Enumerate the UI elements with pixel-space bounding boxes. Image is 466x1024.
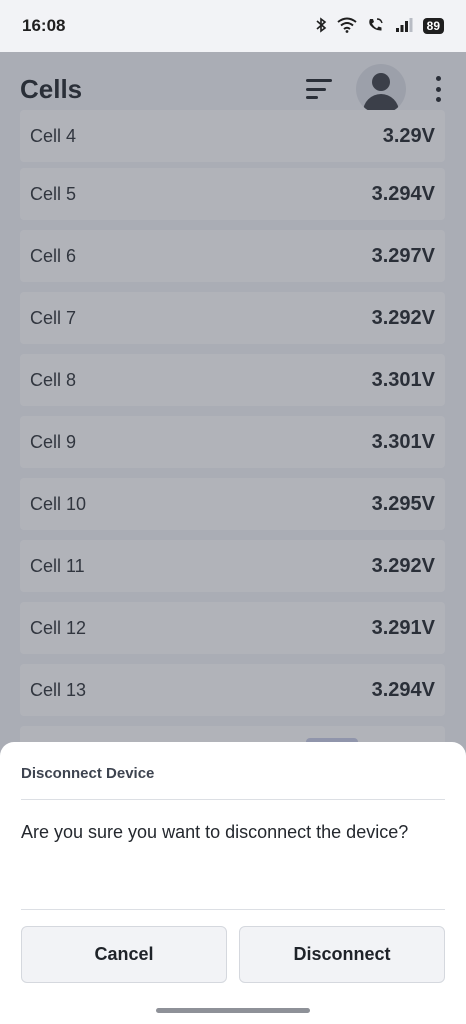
status-bar: 16:08 89 bbox=[0, 0, 466, 52]
dialog-title: Disconnect Device bbox=[21, 765, 155, 782]
divider bbox=[21, 799, 445, 800]
status-time: 16:08 bbox=[22, 16, 66, 35]
home-indicator[interactable] bbox=[156, 1008, 310, 1013]
wifi-icon bbox=[337, 17, 357, 36]
battery-icon: 89 bbox=[422, 18, 444, 34]
disconnect-button[interactable]: Disconnect bbox=[239, 926, 445, 983]
signal-icon bbox=[395, 17, 413, 36]
disconnect-dialog: Disconnect Device Are you sure you want … bbox=[0, 742, 466, 1024]
status-icons: 89 bbox=[315, 16, 444, 36]
wifi-calling-icon bbox=[367, 17, 385, 36]
divider bbox=[21, 909, 445, 910]
dialog-message: Are you sure you want to disconnect the … bbox=[21, 822, 409, 842]
cancel-button[interactable]: Cancel bbox=[21, 926, 227, 983]
bluetooth-icon bbox=[315, 16, 327, 36]
